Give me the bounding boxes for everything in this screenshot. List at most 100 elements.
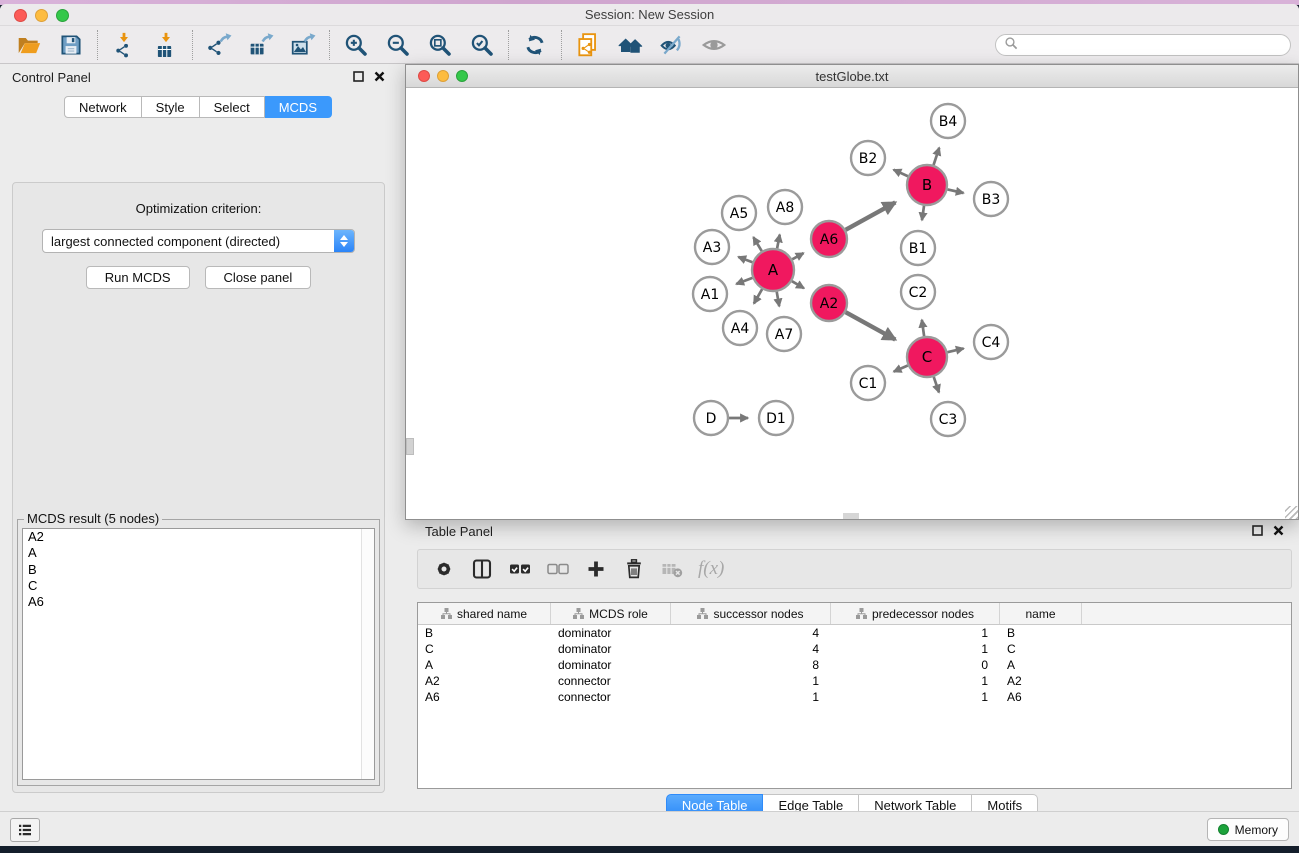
column-header-successor-nodes[interactable]: successor nodes: [671, 603, 831, 624]
zoom-fit-icon[interactable]: [423, 29, 457, 61]
table-cell[interactable]: A2: [1000, 674, 1082, 688]
zoom-selected-icon[interactable]: [465, 29, 499, 61]
graph-node-A[interactable]: A: [752, 249, 794, 291]
table-cell[interactable]: A6: [1000, 690, 1082, 704]
graph-node-B1[interactable]: B1: [901, 231, 935, 265]
delete-columns-icon[interactable]: [618, 553, 650, 585]
tab-style[interactable]: Style: [142, 96, 200, 118]
edge-B-B4[interactable]: [934, 148, 940, 165]
table-cell[interactable]: B: [1000, 626, 1082, 640]
table-cell[interactable]: 8: [671, 658, 831, 672]
run-mcds-button[interactable]: Run MCDS: [86, 266, 190, 289]
graph-node-A4[interactable]: A4: [723, 311, 757, 345]
edge-C-C3[interactable]: [934, 377, 939, 392]
mcds-result-item[interactable]: A: [23, 545, 374, 561]
mcds-result-item[interactable]: A6: [23, 594, 374, 610]
graph-node-A1[interactable]: A1: [693, 277, 727, 311]
float-panel-icon[interactable]: [352, 70, 365, 83]
export-network-icon[interactable]: [202, 29, 236, 61]
graph-node-C[interactable]: C: [907, 337, 947, 377]
table-cell[interactable]: connector: [551, 674, 671, 688]
table-cell[interactable]: dominator: [551, 626, 671, 640]
edge-A-A7[interactable]: [777, 292, 780, 307]
mcds-result-item[interactable]: A2: [23, 529, 374, 545]
graph-node-A5[interactable]: A5: [722, 196, 756, 230]
table-cell[interactable]: 1: [671, 690, 831, 704]
table-cell[interactable]: 0: [831, 658, 1000, 672]
table-row[interactable]: Bdominator41B: [418, 625, 1291, 641]
mcds-result-list[interactable]: A2ABCA6: [22, 528, 375, 780]
graph-node-A3[interactable]: A3: [695, 230, 729, 264]
edge-A6-B[interactable]: [846, 202, 896, 229]
table-cell[interactable]: 1: [831, 642, 1000, 656]
edge-A2-C[interactable]: [846, 312, 896, 339]
graph-node-A6[interactable]: A6: [811, 221, 847, 257]
table-cell[interactable]: 1: [831, 674, 1000, 688]
graph-node-C4[interactable]: C4: [974, 325, 1008, 359]
graph-node-B3[interactable]: B3: [974, 182, 1008, 216]
zoom-in-icon[interactable]: [339, 29, 373, 61]
table-cell[interactable]: A: [1000, 658, 1082, 672]
list-scrollbar[interactable]: [361, 529, 374, 779]
table-cell[interactable]: 4: [671, 642, 831, 656]
mcds-result-item[interactable]: B: [23, 562, 374, 578]
tab-mcds[interactable]: MCDS: [265, 96, 332, 118]
table-row[interactable]: Cdominator41C: [418, 641, 1291, 657]
create-column-icon[interactable]: [580, 553, 612, 585]
zoom-out-icon[interactable]: [381, 29, 415, 61]
table-cell[interactable]: 1: [831, 690, 1000, 704]
save-session-icon[interactable]: [54, 29, 88, 61]
table-row[interactable]: A6connector11A6: [418, 689, 1291, 705]
float-table-panel-icon[interactable]: [1251, 524, 1264, 537]
column-header-shared-name[interactable]: shared name: [418, 603, 551, 624]
column-settings-gear-icon[interactable]: [428, 553, 460, 585]
table-cell[interactable]: 1: [671, 674, 831, 688]
table-cell[interactable]: connector: [551, 690, 671, 704]
close-panel-icon[interactable]: [373, 70, 386, 83]
open-session-icon[interactable]: [12, 29, 46, 61]
edge-B-B2[interactable]: [894, 170, 908, 177]
graph-node-A8[interactable]: A8: [768, 190, 802, 224]
graph-node-C2[interactable]: C2: [901, 275, 935, 309]
edge-A-A2[interactable]: [792, 281, 804, 288]
edge-A-A3[interactable]: [738, 257, 752, 262]
tab-select[interactable]: Select: [200, 96, 265, 118]
table-cell[interactable]: 1: [831, 626, 1000, 640]
graph-node-D1[interactable]: D1: [759, 401, 793, 435]
export-image-icon[interactable]: [286, 29, 320, 61]
table-cell[interactable]: C: [1000, 642, 1082, 656]
search-field[interactable]: [995, 34, 1291, 56]
graph-node-B4[interactable]: B4: [931, 104, 965, 138]
new-network-from-selection-icon[interactable]: [571, 29, 605, 61]
edge-A-A5[interactable]: [753, 237, 761, 251]
table-cell[interactable]: dominator: [551, 642, 671, 656]
edge-A-A1[interactable]: [736, 278, 752, 284]
criterion-dropdown[interactable]: largest connected component (directed): [42, 229, 355, 253]
table-cell[interactable]: B: [418, 626, 551, 640]
table-cell[interactable]: C: [418, 642, 551, 656]
network-window-titlebar[interactable]: testGlobe.txt: [406, 65, 1298, 88]
table-cell[interactable]: 4: [671, 626, 831, 640]
graph-node-C3[interactable]: C3: [931, 402, 965, 436]
graph-node-D[interactable]: D: [694, 401, 728, 435]
graph-node-A7[interactable]: A7: [767, 317, 801, 351]
search-input[interactable]: [1022, 38, 1282, 52]
canvas-vertical-scrollbar[interactable]: [406, 438, 414, 455]
edge-B-B1[interactable]: [922, 206, 924, 220]
task-history-button[interactable]: [10, 818, 40, 842]
table-row[interactable]: A2connector11A2: [418, 673, 1291, 689]
network-canvas[interactable]: B4B2BB3A5A8A6B1A3AA1C2A2A4A7C4CC1C3DD1: [406, 89, 1298, 519]
import-table-icon[interactable]: [149, 29, 183, 61]
edge-C-C2[interactable]: [922, 320, 924, 336]
first-neighbors-icon[interactable]: [613, 29, 647, 61]
mcds-result-item[interactable]: C: [23, 578, 374, 594]
graph-node-B2[interactable]: B2: [851, 141, 885, 175]
refresh-icon[interactable]: [518, 29, 552, 61]
column-header-predecessor-nodes[interactable]: predecessor nodes: [831, 603, 1000, 624]
import-network-icon[interactable]: [107, 29, 141, 61]
edge-A-A4[interactable]: [754, 289, 762, 303]
edge-A-A8[interactable]: [777, 235, 780, 249]
edge-B-B3[interactable]: [948, 189, 964, 193]
table-cell[interactable]: A6: [418, 690, 551, 704]
close-panel-button[interactable]: Close panel: [205, 266, 312, 289]
